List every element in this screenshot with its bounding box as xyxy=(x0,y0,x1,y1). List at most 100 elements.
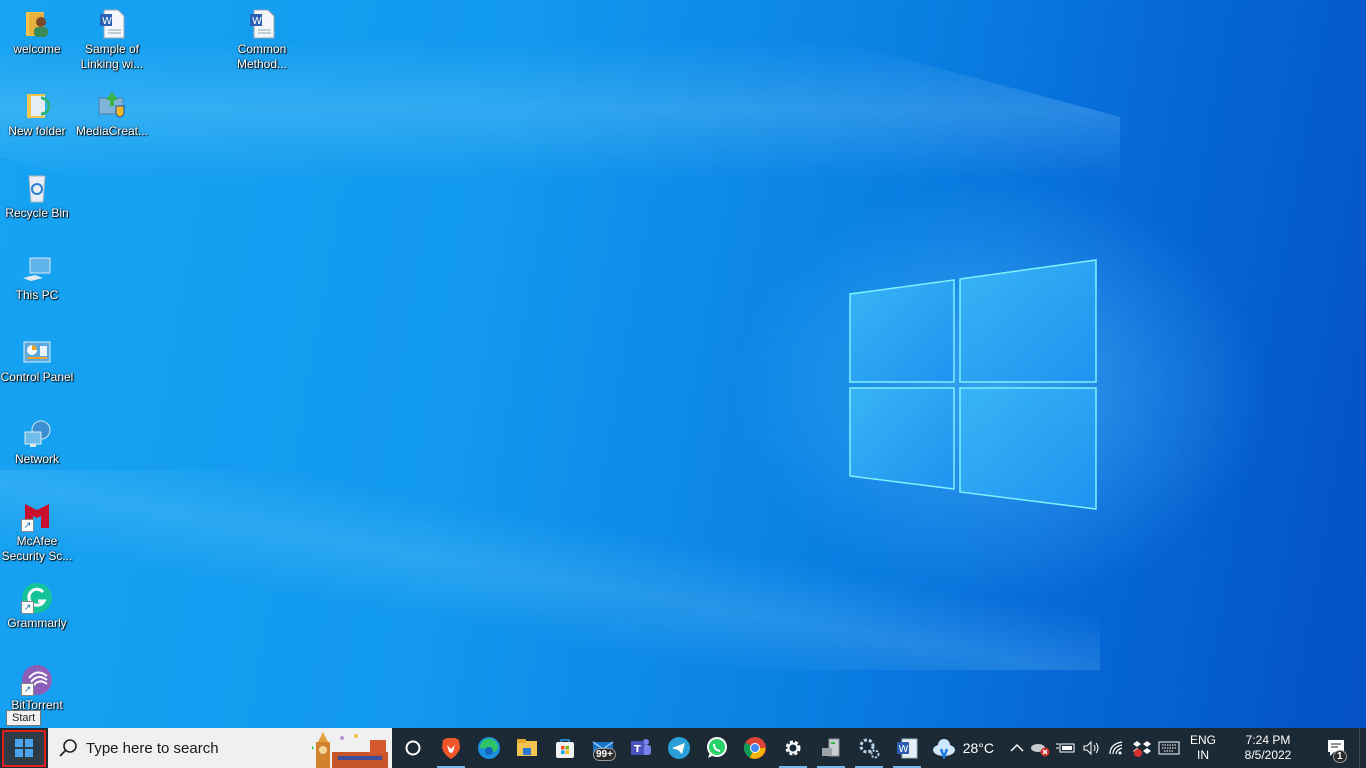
onedrive-error-icon xyxy=(1031,744,1050,757)
svg-text:W: W xyxy=(899,744,909,755)
network-icon xyxy=(21,418,53,450)
desktop-icon-label: McAfee Security Sc... xyxy=(1,534,73,563)
desktop-icon-label: welcome xyxy=(13,42,61,56)
taskbar-app-file-explorer[interactable] xyxy=(508,728,546,768)
taskbar-app-telegram[interactable] xyxy=(660,728,698,768)
edge-browser-icon xyxy=(478,737,500,759)
mcafee-icon: ↗ xyxy=(21,500,53,532)
dropbox-icon xyxy=(1133,741,1151,757)
search-placeholder: Type here to search xyxy=(86,739,219,757)
microsoft-store-icon xyxy=(556,739,574,758)
desktop-icon-network[interactable]: Network xyxy=(0,418,74,467)
desktop-icon-label: Sample of Linking wi... xyxy=(80,42,144,71)
shortcut-arrow-icon: ↗ xyxy=(21,601,34,614)
shortcut-arrow-icon: ↗ xyxy=(21,519,34,532)
grammarly-icon: ↗ xyxy=(21,582,53,614)
input-language-button[interactable]: ENG IN xyxy=(1183,728,1223,768)
volume-tray-button[interactable] xyxy=(1079,728,1105,768)
word-document-icon: W xyxy=(246,8,278,40)
taskbar-app-device-manager[interactable] xyxy=(812,728,850,768)
taskbar-app-whatsapp[interactable] xyxy=(698,728,736,768)
language-region: IN xyxy=(1196,748,1209,762)
desktop-icon-grammarly[interactable]: ↗ Grammarly xyxy=(0,582,74,631)
desktop-icon-label: Network xyxy=(14,452,59,466)
weather-widget[interactable]: 28°C xyxy=(928,728,997,768)
clock-button[interactable]: 7:24 PM 8/5/2022 xyxy=(1223,728,1313,768)
language-code: ENG xyxy=(1189,733,1216,747)
desktop-icon-media-creation[interactable]: MediaCreat... xyxy=(75,90,149,139)
desktop-icon-new-folder[interactable]: New folder xyxy=(0,90,74,139)
brave-browser-icon xyxy=(442,738,460,759)
weather-temperature: 28°C xyxy=(962,740,994,756)
mail-unread-badge: 99+ xyxy=(593,748,616,761)
desktop-icon-label: This PC xyxy=(15,288,59,302)
start-button[interactable] xyxy=(2,729,46,767)
battery-tray-button[interactable] xyxy=(1053,728,1079,768)
action-center-button[interactable]: 1 xyxy=(1313,728,1359,768)
taskbar-app-edge[interactable] xyxy=(470,728,508,768)
file-explorer-icon xyxy=(517,739,537,756)
clock-date: 8/5/2022 xyxy=(1244,748,1292,762)
dropbox-tray-button[interactable] xyxy=(1129,728,1155,768)
desktop-wallpaper xyxy=(0,0,1366,728)
gears-icon xyxy=(859,738,880,759)
chevron-up-icon xyxy=(1010,743,1024,752)
word-icon: W xyxy=(897,738,918,759)
taskbar-app-settings[interactable] xyxy=(774,728,812,768)
folder-icon xyxy=(21,90,53,122)
user-folder-icon xyxy=(21,8,53,40)
taskbar: Type here to search 99+ T W 28°C ENG IN … xyxy=(0,728,1366,768)
teams-icon: T xyxy=(631,739,651,755)
cortana-circle-icon xyxy=(405,740,421,756)
desktop-icon-label: Recycle Bin xyxy=(5,206,69,220)
battery-charging-icon xyxy=(1056,743,1075,753)
touch-keyboard-button[interactable] xyxy=(1155,728,1183,768)
svg-text:T: T xyxy=(634,744,641,755)
taskbar-app-brave[interactable] xyxy=(432,728,470,768)
taskbar-app-mail[interactable]: 99+ xyxy=(584,728,622,768)
show-desktop-button[interactable] xyxy=(1359,728,1366,768)
clock-time: 7:24 PM xyxy=(1245,733,1291,747)
notification-count-badge: 1 xyxy=(1333,750,1347,763)
telegram-icon xyxy=(668,737,690,759)
taskbar-app-teams[interactable]: T xyxy=(622,728,660,768)
search-highlight-doodle-icon xyxy=(312,732,388,768)
onedrive-tray-button[interactable] xyxy=(1027,728,1053,768)
wifi-icon xyxy=(1109,741,1123,755)
show-hidden-icons-button[interactable] xyxy=(1007,728,1027,768)
taskbar-app-services[interactable] xyxy=(850,728,888,768)
windows-logo-icon xyxy=(15,739,33,757)
desktop-icon-common-method[interactable]: W Common Method... xyxy=(225,8,299,72)
taskbar-app-microsoft-store[interactable] xyxy=(546,728,584,768)
desktop-icon-sample-linking[interactable]: W Sample of Linking wi... xyxy=(75,8,149,72)
desktop-icon-recycle-bin[interactable]: Recycle Bin xyxy=(0,172,74,221)
bittorrent-icon: ↗ xyxy=(21,664,53,696)
desktop-icon-label: Common Method... xyxy=(236,42,288,71)
whatsapp-icon xyxy=(707,737,727,758)
gear-icon xyxy=(785,740,801,756)
desktop-icon-label: MediaCreat... xyxy=(75,124,149,138)
touch-keyboard-icon xyxy=(1158,741,1180,755)
computer-icon xyxy=(21,254,53,286)
word-document-icon: W xyxy=(96,8,128,40)
desktop-icon-label: Grammarly xyxy=(7,616,67,630)
svg-text:W: W xyxy=(252,16,262,27)
desktop-icon-welcome[interactable]: welcome xyxy=(0,8,74,57)
chrome-browser-icon xyxy=(744,737,766,759)
desktop-icon-this-pc[interactable]: This PC xyxy=(0,254,74,303)
desktop-icon-mcafee[interactable]: ↗ McAfee Security Sc... xyxy=(0,500,74,564)
desktop-icon-label: Control Panel xyxy=(0,370,74,384)
cortana-button[interactable] xyxy=(394,728,432,768)
volume-icon xyxy=(1083,740,1099,756)
recycle-bin-icon xyxy=(21,172,53,204)
weather-cloud-icon xyxy=(932,739,955,759)
desktop-icon-bittorrent[interactable]: ↗ BitTorrent xyxy=(0,664,74,713)
taskbar-app-word[interactable]: W xyxy=(888,728,926,768)
taskbar-app-chrome[interactable] xyxy=(736,728,774,768)
search-icon xyxy=(59,739,77,757)
wifi-tray-button[interactable] xyxy=(1105,728,1129,768)
desktop-icon-label: New folder xyxy=(8,124,66,138)
device-manager-icon xyxy=(822,738,840,757)
desktop-icon-control-panel[interactable]: Control Panel xyxy=(0,336,74,385)
search-box[interactable]: Type here to search xyxy=(48,728,392,768)
